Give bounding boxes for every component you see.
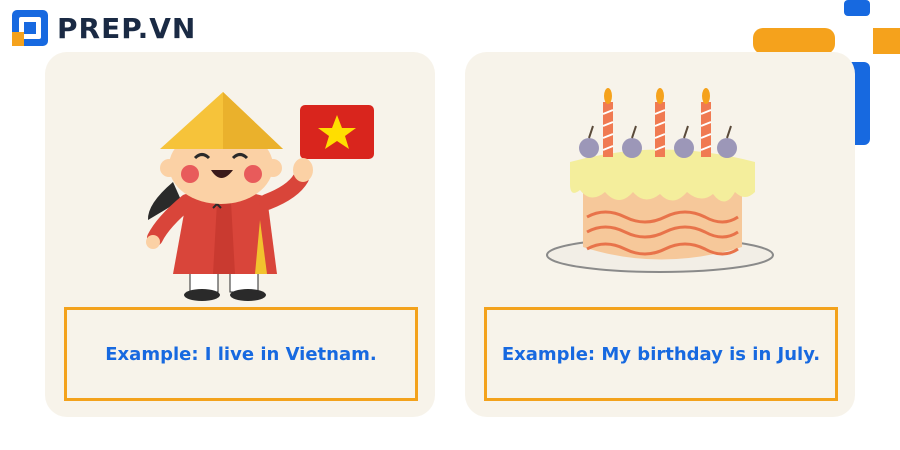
prep-logo[interactable]: PREP.VN	[12, 10, 196, 46]
example-caption: Example: My birthday is in July.	[484, 307, 838, 401]
girl-with-vietnam-flag-illustration	[146, 92, 374, 301]
brand-name: PREP.VN	[57, 11, 197, 45]
example-card-vietnam: Example: I live in Vietnam.	[45, 52, 435, 417]
example-card-birthday: Example: My birthday is in July.	[465, 52, 855, 417]
example-caption: Example: I live in Vietnam.	[64, 307, 418, 401]
birthday-cake-illustration	[546, 88, 774, 273]
prep-logo-icon	[12, 10, 48, 46]
vietnam-flag-icon	[300, 105, 374, 159]
